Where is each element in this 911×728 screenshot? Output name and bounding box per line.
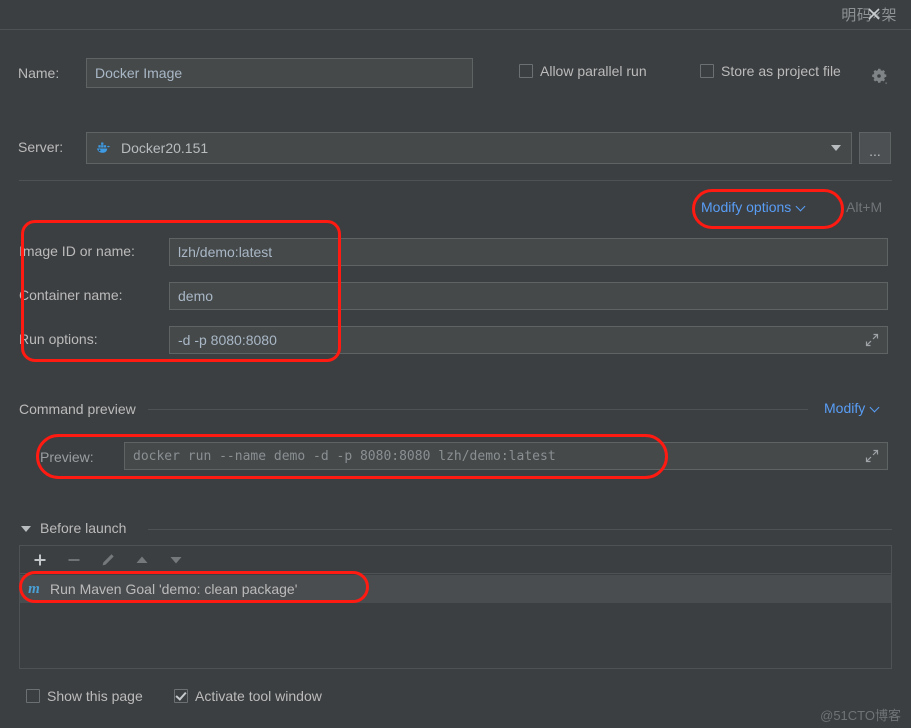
run-options-label: Run options:: [19, 331, 98, 347]
plus-icon[interactable]: [32, 552, 48, 568]
activate-tool-window-label: Activate tool window: [195, 688, 322, 704]
allow-parallel-run-checkbox[interactable]: Allow parallel run: [519, 63, 647, 79]
image-id-input[interactable]: lzh/demo:latest: [169, 238, 888, 266]
server-value: Docker20.151: [121, 140, 209, 156]
image-id-value: lzh/demo:latest: [178, 244, 273, 260]
container-name-label: Container name:: [19, 287, 123, 303]
command-preview-divider: [148, 409, 808, 410]
minus-icon: [66, 552, 82, 568]
close-icon[interactable]: [866, 6, 882, 22]
command-preview-modify-button[interactable]: Modify: [818, 400, 881, 416]
modify-options-shortcut: Alt+M: [846, 199, 883, 215]
title-bar: 明码×架: [0, 0, 911, 30]
gear-icon[interactable]: [869, 66, 889, 86]
show-this-page-label: Show this page: [47, 688, 143, 704]
checkbox-box: [26, 689, 40, 703]
pencil-icon: [100, 552, 116, 568]
before-launch-title: Before launch: [40, 520, 135, 536]
preview-label: Preview:: [40, 449, 94, 465]
chevron-down-icon[interactable]: [831, 145, 841, 151]
before-launch-panel: m Run Maven Goal 'demo: clean package': [19, 545, 892, 669]
triangle-down-icon[interactable]: [21, 526, 31, 532]
expand-icon[interactable]: [865, 449, 879, 463]
docker-whale-icon: [95, 139, 113, 157]
checkbox-box: [700, 64, 714, 78]
footer-watermark: @51CTO博客: [820, 708, 901, 723]
run-options-input[interactable]: -d -p 8080:8080: [169, 326, 888, 354]
list-item-label: Run Maven Goal 'demo: clean package': [50, 581, 298, 597]
divider: [19, 180, 892, 181]
store-as-project-file-label: Store as project file: [721, 63, 841, 79]
command-preview-modify-label: Modify: [824, 400, 866, 416]
maven-icon: m: [28, 580, 40, 597]
name-row: Name: Docker Image Allow parallel run St…: [0, 58, 911, 92]
server-combobox[interactable]: Docker20.151: [86, 132, 852, 164]
arrow-up-icon: [134, 552, 150, 568]
name-label: Name:: [18, 65, 60, 81]
preview-value: docker run --name demo -d -p 8080:8080 l…: [133, 448, 556, 464]
run-options-value: -d -p 8080:8080: [178, 332, 277, 348]
server-label: Server:: [18, 139, 64, 155]
chevron-down-icon: [871, 404, 880, 413]
image-id-label: Image ID or name:: [19, 243, 135, 259]
allow-parallel-run-label: Allow parallel run: [540, 63, 647, 79]
before-launch-divider: [148, 529, 892, 530]
server-browse-button[interactable]: ...: [859, 132, 891, 164]
preview-field[interactable]: docker run --name demo -d -p 8080:8080 l…: [124, 442, 888, 470]
name-input[interactable]: Docker Image: [86, 58, 473, 88]
store-as-project-file-checkbox[interactable]: Store as project file: [700, 63, 841, 79]
server-row: Server: Docker20.151: [0, 132, 911, 164]
checkbox-box: [519, 64, 533, 78]
before-launch-toolbar: [20, 546, 891, 574]
arrow-down-icon: [168, 552, 184, 568]
command-preview-title: Command preview: [19, 401, 144, 417]
list-item[interactable]: m Run Maven Goal 'demo: clean package': [20, 575, 891, 603]
checkbox-box: [174, 689, 188, 703]
container-name-value: demo: [178, 288, 214, 304]
name-input-value: Docker Image: [95, 65, 183, 81]
expand-icon[interactable]: [865, 333, 879, 347]
bottom-options-row: Show this page Activate tool window: [0, 688, 911, 712]
chevron-down-icon: [797, 203, 806, 212]
show-this-page-checkbox[interactable]: Show this page: [26, 688, 143, 704]
modify-options-button[interactable]: Modify options: [701, 199, 806, 215]
modify-options-label: Modify options: [701, 199, 792, 215]
container-name-input[interactable]: demo: [169, 282, 888, 310]
activate-tool-window-checkbox[interactable]: Activate tool window: [174, 688, 322, 704]
